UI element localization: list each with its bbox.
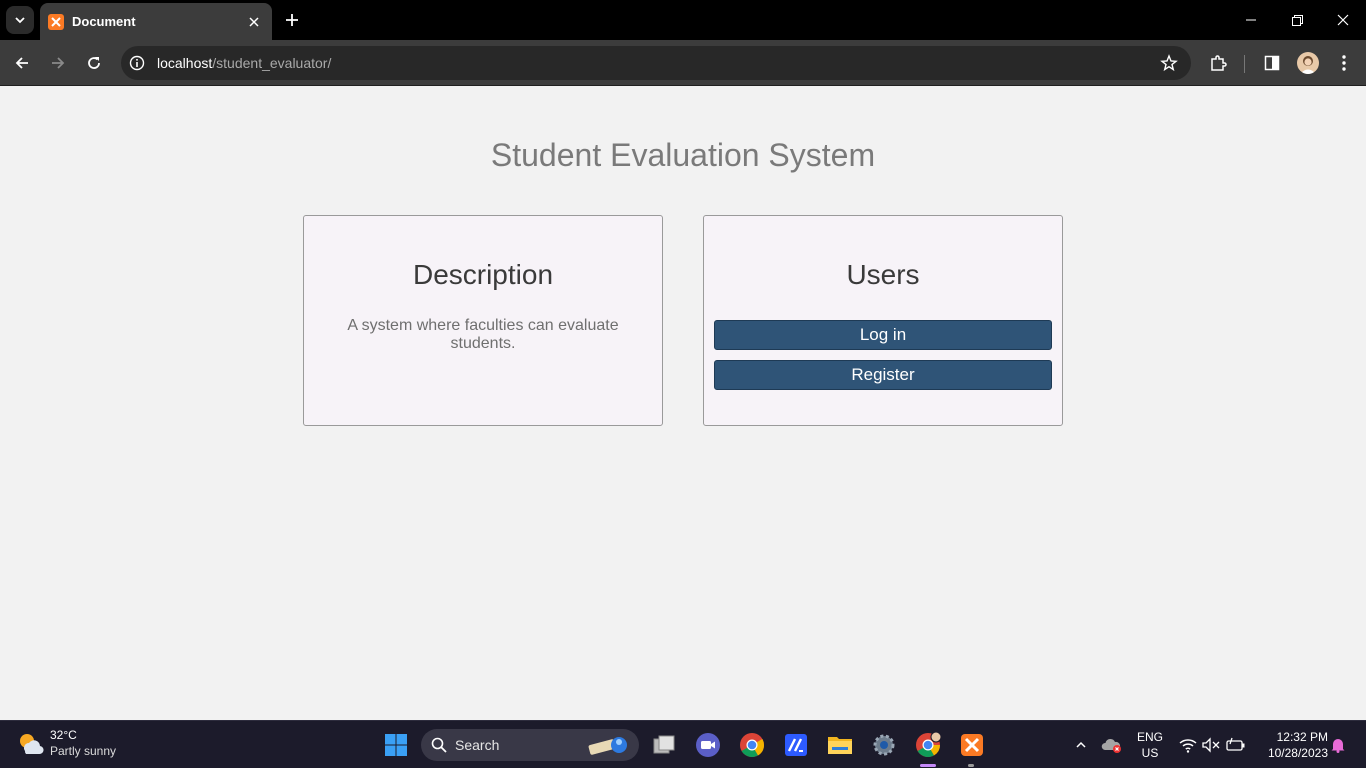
language-indicator[interactable]: ENG US bbox=[1134, 729, 1166, 761]
weather-condition: Partly sunny bbox=[50, 744, 117, 758]
running-app-indicator bbox=[968, 764, 974, 767]
description-heading: Description bbox=[412, 259, 554, 290]
tab-search-button[interactable] bbox=[6, 6, 34, 34]
vscode-app-button[interactable] bbox=[781, 730, 811, 760]
close-window-button[interactable] bbox=[1320, 0, 1366, 40]
battery-tray-button[interactable] bbox=[1221, 730, 1251, 760]
arrow-right-icon bbox=[52, 57, 65, 69]
plus-icon bbox=[286, 14, 298, 26]
restore-button[interactable] bbox=[1274, 0, 1320, 40]
chrome-icon bbox=[916, 732, 941, 758]
minimize-button[interactable] bbox=[1228, 0, 1274, 40]
weather-widget[interactable]: 32°C Partly sunny bbox=[16, 727, 116, 759]
file-explorer-button[interactable] bbox=[825, 730, 855, 760]
settings-app-button[interactable] bbox=[869, 730, 899, 760]
windows-logo-icon bbox=[385, 734, 407, 756]
taskbar-search-label: Search bbox=[455, 737, 500, 753]
url-host: localhost bbox=[157, 55, 213, 71]
page-title: Student Evaluation System bbox=[490, 137, 876, 173]
register-button[interactable]: Register bbox=[714, 360, 1052, 390]
show-hidden-icons-button[interactable] bbox=[1066, 730, 1096, 760]
minimize-icon bbox=[1246, 19, 1256, 21]
side-panel-button[interactable] bbox=[1256, 47, 1288, 79]
description-text: A system where faculties can evaluate st… bbox=[347, 317, 619, 352]
back-button[interactable] bbox=[6, 47, 38, 79]
battery-charging-icon bbox=[1226, 737, 1245, 751]
chrome-profile-app-button[interactable] bbox=[913, 730, 943, 760]
tab-title: Document bbox=[72, 14, 136, 29]
chrome-app-button[interactable] bbox=[737, 730, 767, 760]
chevron-down-icon bbox=[15, 17, 25, 24]
extensions-button[interactable] bbox=[1202, 47, 1234, 79]
meet-app-button[interactable] bbox=[693, 730, 723, 760]
xampp-app-button[interactable] bbox=[957, 730, 987, 760]
forward-button[interactable] bbox=[42, 47, 74, 79]
xampp-icon bbox=[961, 734, 983, 756]
tab-strip: Document bbox=[0, 0, 1366, 40]
close-icon bbox=[1337, 14, 1349, 26]
users-heading: Users bbox=[846, 259, 920, 290]
url-path: /student_evaluator/ bbox=[212, 55, 332, 71]
partly-sunny-icon bbox=[16, 729, 44, 757]
weather-temperature: 32°C bbox=[50, 728, 77, 742]
start-button[interactable] bbox=[381, 730, 411, 760]
clock-date: 10/28/2023 bbox=[1267, 746, 1328, 760]
toolbar-divider bbox=[1244, 55, 1245, 73]
video-camera-icon bbox=[696, 733, 720, 757]
clock[interactable]: 12:32 PM 10/28/2023 bbox=[1258, 729, 1328, 761]
description-card: Description A system where faculties can… bbox=[303, 215, 663, 426]
search-highlight-icon bbox=[588, 737, 627, 755]
url-text: localhost/student_evaluator/ bbox=[157, 55, 331, 71]
reload-button[interactable] bbox=[78, 47, 110, 79]
folder-icon bbox=[828, 737, 852, 754]
chrome-icon bbox=[740, 733, 764, 758]
chevron-up-icon bbox=[1076, 741, 1086, 748]
address-bar[interactable]: localhost/student_evaluator/ bbox=[121, 46, 1191, 80]
reload-icon bbox=[88, 57, 100, 69]
more-vertical-icon bbox=[1342, 55, 1346, 71]
volume-muted-icon bbox=[1202, 737, 1220, 753]
users-card: Users Log in Register bbox=[703, 215, 1063, 426]
bell-icon bbox=[1331, 739, 1345, 753]
puzzle-icon bbox=[1211, 55, 1227, 71]
active-app-indicator bbox=[920, 764, 936, 767]
xampp-favicon-icon bbox=[48, 13, 64, 30]
restore-icon bbox=[1291, 14, 1303, 26]
tab-close-button[interactable] bbox=[242, 10, 266, 34]
taskbar: 32°C Partly sunny Search ENG US 12:32 PM… bbox=[0, 720, 1366, 768]
bookmark-star-icon[interactable] bbox=[1159, 53, 1179, 73]
browser-menu-button[interactable] bbox=[1328, 47, 1360, 79]
profile-avatar[interactable] bbox=[1297, 52, 1319, 74]
cloud-error-icon bbox=[1101, 738, 1121, 753]
close-icon bbox=[249, 16, 259, 27]
clock-time: 12:32 PM bbox=[1276, 730, 1328, 744]
search-icon bbox=[431, 737, 447, 753]
login-button[interactable]: Log in bbox=[714, 320, 1052, 350]
browser-tab[interactable]: Document bbox=[40, 3, 272, 40]
task-view-button[interactable] bbox=[649, 730, 679, 760]
new-tab-button[interactable] bbox=[278, 6, 306, 34]
arrow-left-icon bbox=[15, 57, 28, 69]
onedrive-tray-button[interactable] bbox=[1097, 730, 1127, 760]
language-line2: US bbox=[1141, 746, 1159, 760]
task-view-icon bbox=[653, 735, 675, 754]
gear-icon bbox=[873, 734, 895, 756]
browser-toolbar: localhost/student_evaluator/ bbox=[0, 40, 1366, 86]
taskbar-search-box[interactable]: Search bbox=[421, 729, 639, 761]
side-panel-icon bbox=[1264, 55, 1280, 71]
notifications-button[interactable] bbox=[1323, 730, 1353, 760]
language-line1: ENG bbox=[1136, 730, 1163, 744]
site-info-icon[interactable] bbox=[121, 46, 153, 80]
code-editor-icon bbox=[785, 734, 807, 756]
page-content: Student Evaluation System Description A … bbox=[0, 87, 1366, 720]
wifi-icon bbox=[1179, 739, 1197, 753]
